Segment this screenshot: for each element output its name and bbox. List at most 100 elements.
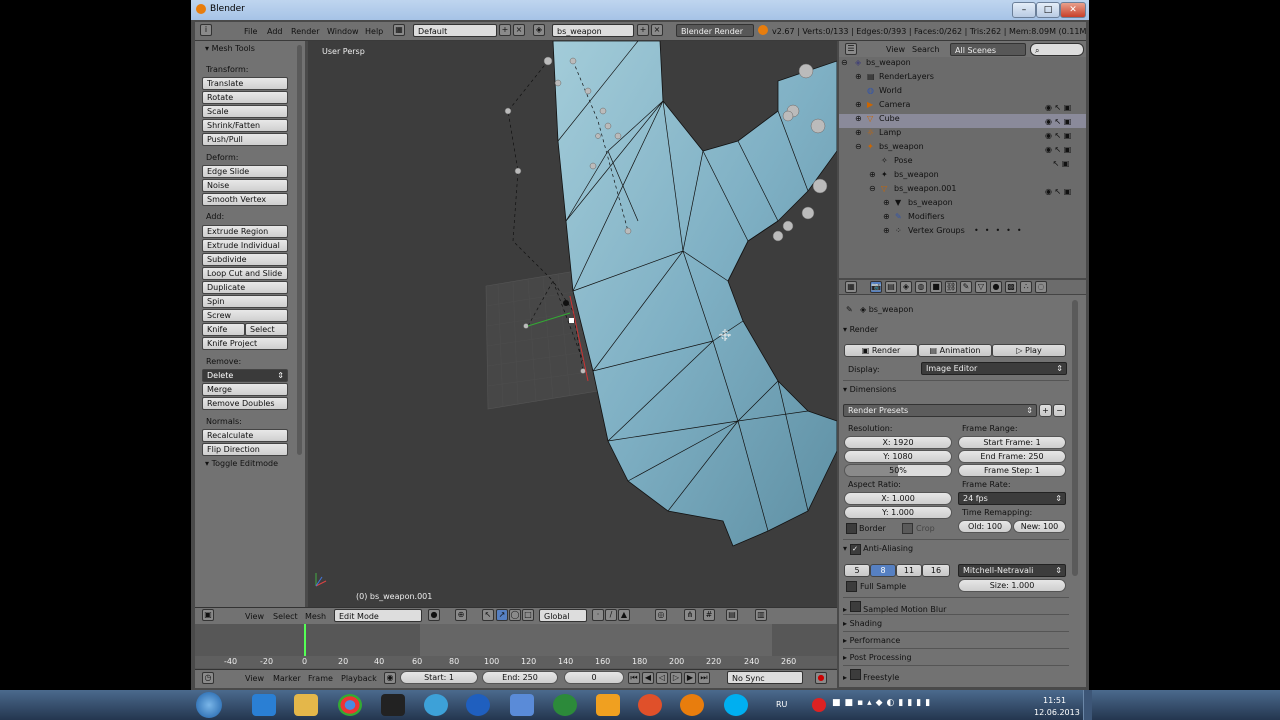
expand-icon[interactable]: ⊖ bbox=[841, 58, 848, 67]
aa-sample-8[interactable]: 8 bbox=[870, 564, 896, 577]
tool-icon[interactable] bbox=[510, 694, 534, 716]
filter-size-field[interactable]: Size: 1.000 bbox=[958, 579, 1066, 592]
render-engine-dropdown[interactable]: Blender Render bbox=[676, 24, 754, 37]
ie-icon[interactable] bbox=[252, 694, 276, 716]
pin-icon[interactable]: ✎ bbox=[846, 305, 853, 314]
aa-sample-11[interactable]: 11 bbox=[896, 564, 922, 577]
display-mode-dropdown[interactable]: All Scenes bbox=[950, 43, 1026, 56]
viewport-editor-icon[interactable]: ▣ bbox=[202, 609, 214, 621]
pivot-icon[interactable]: ⊕ bbox=[455, 609, 467, 621]
toggle-editmode-header[interactable]: ▾ Toggle Editmode bbox=[205, 459, 278, 468]
visibility-column[interactable]: ◉ ↖ ▣ ◉ ↖ ▣ ◉ ↖ ▣ ◉ ↖ ▣ ↖ ▣ ◉ ↖ ▣ bbox=[1045, 101, 1071, 199]
physics-tab-icon[interactable]: ◌ bbox=[1035, 281, 1047, 293]
end-frame-prop[interactable]: End Frame: 250 bbox=[958, 450, 1066, 463]
resolution-y-field[interactable]: Y: 1080 bbox=[844, 450, 952, 463]
properties-editor-icon[interactable]: ▦ bbox=[845, 281, 857, 293]
outliner-row-renderlayers[interactable]: ⊕ ▤ RenderLayers bbox=[839, 72, 1086, 86]
layers-tab-icon[interactable]: ▤ bbox=[885, 281, 897, 293]
opengl-render-icon[interactable]: ▥ bbox=[755, 609, 767, 621]
blender-taskbar-icon[interactable] bbox=[680, 694, 704, 716]
translate-manip-icon[interactable]: ↗ bbox=[496, 609, 508, 621]
knife-button[interactable]: Knife bbox=[202, 323, 245, 336]
outliner-row-mesh-data[interactable]: ⊕ ▼ bs_weapon bbox=[839, 198, 1086, 212]
eye-icon[interactable]: ◉ ↖ ▣ bbox=[1045, 115, 1071, 129]
skype-icon[interactable] bbox=[724, 694, 748, 716]
window-titlebar[interactable] bbox=[191, 0, 1089, 20]
scale-manip-icon[interactable]: □ bbox=[522, 609, 534, 621]
outliner-menu-search[interactable]: Search bbox=[912, 45, 939, 54]
display-dropdown[interactable]: Image Editor ⇕ bbox=[921, 362, 1067, 375]
dimensions-panel-header[interactable]: ▾ Dimensions bbox=[843, 385, 1069, 399]
vp-menu-select[interactable]: Select bbox=[273, 612, 298, 621]
time-new-field[interactable]: New: 100 bbox=[1013, 520, 1066, 533]
merge-button[interactable]: Merge bbox=[202, 383, 288, 396]
motion-blur-checkbox[interactable] bbox=[849, 601, 861, 612]
translate-button[interactable]: Translate bbox=[202, 77, 288, 90]
menu-add[interactable]: Add bbox=[267, 27, 283, 36]
snap-icon[interactable]: ⋔ bbox=[684, 609, 696, 621]
world-tab-icon[interactable]: ◍ bbox=[915, 281, 927, 293]
app-icon[interactable] bbox=[424, 694, 448, 716]
eye-icon[interactable]: ◉ ↖ ▣ bbox=[1045, 143, 1071, 157]
crop-checkbox[interactable] bbox=[902, 523, 913, 534]
extrude-individual-button[interactable]: Extrude Individual bbox=[202, 239, 288, 252]
eye-icon[interactable]: ↖ ▣ bbox=[1045, 157, 1071, 171]
eye-icon[interactable] bbox=[1045, 171, 1071, 185]
explorer-icon[interactable] bbox=[294, 694, 318, 716]
end-frame-field[interactable]: End: 250 bbox=[482, 671, 558, 684]
show-desktop-button[interactable] bbox=[1083, 690, 1092, 720]
jump-start-icon[interactable]: ⏮ bbox=[628, 672, 640, 684]
manipulator-icon[interactable]: ↖ bbox=[482, 609, 494, 621]
add-preset-button[interactable]: + bbox=[1039, 404, 1052, 417]
face-select-icon[interactable]: ▲ bbox=[618, 609, 630, 621]
expand-icon[interactable]: ⊖ bbox=[855, 142, 862, 151]
animation-button[interactable]: ▤ Animation bbox=[918, 344, 992, 357]
chrome-icon[interactable] bbox=[338, 694, 362, 716]
eye-icon[interactable]: ◉ ↖ ▣ bbox=[1045, 129, 1071, 143]
vp-menu-view[interactable]: View bbox=[245, 612, 264, 621]
expand-icon[interactable]: ⊕ bbox=[869, 170, 876, 179]
edge-select-icon[interactable]: / bbox=[605, 609, 617, 621]
language-indicator[interactable]: RU bbox=[776, 700, 787, 709]
steam-icon[interactable] bbox=[381, 694, 405, 716]
noise-button[interactable]: Noise bbox=[202, 179, 288, 192]
rotate-button[interactable]: Rotate bbox=[202, 91, 288, 104]
vertex-select-icon[interactable]: · bbox=[592, 609, 604, 621]
resolution-percentage-slider[interactable]: 50% bbox=[844, 464, 952, 477]
expand-icon[interactable]: ⊕ bbox=[855, 100, 862, 109]
editor-type-icon[interactable]: i bbox=[200, 24, 212, 36]
outliner-menu-view[interactable]: View bbox=[886, 45, 905, 54]
scene-field[interactable]: bs_weapon bbox=[552, 24, 634, 37]
expand-icon[interactable]: ⊕ bbox=[883, 226, 890, 235]
next-key-icon[interactable]: ▶ bbox=[684, 672, 696, 684]
play-button[interactable]: ▷ Play bbox=[992, 344, 1066, 357]
3d-viewport[interactable] bbox=[308, 41, 837, 607]
current-frame-field[interactable]: 0 bbox=[564, 671, 624, 684]
mesh-tools-header[interactable]: ▾ Mesh Tools bbox=[205, 44, 255, 53]
resolution-x-field[interactable]: X: 1920 bbox=[844, 436, 952, 449]
browser-icon[interactable] bbox=[638, 694, 662, 716]
freestyle-checkbox[interactable] bbox=[849, 669, 861, 680]
full-sample-checkbox[interactable] bbox=[846, 581, 857, 592]
play-icon[interactable]: ▷ bbox=[670, 672, 682, 684]
outliner-search-input[interactable]: ⌕ bbox=[1030, 43, 1084, 56]
render-preview-icon[interactable]: ▤ bbox=[726, 609, 738, 621]
outliner-row-modifiers[interactable]: ⊕ ✎ Modifiers bbox=[839, 212, 1086, 226]
scale-button[interactable]: Scale bbox=[202, 105, 288, 118]
orientation-dropdown[interactable]: Global bbox=[539, 609, 587, 622]
clock-date[interactable]: 12.06.2013 bbox=[1034, 708, 1080, 717]
border-checkbox[interactable] bbox=[846, 523, 857, 534]
record-tray-icon[interactable] bbox=[812, 698, 826, 712]
subdivide-button[interactable]: Subdivide bbox=[202, 253, 288, 266]
maximize-button[interactable]: □ bbox=[1036, 2, 1060, 18]
flip-direction-button[interactable]: Flip Direction bbox=[202, 443, 288, 456]
time-old-field[interactable]: Old: 100 bbox=[958, 520, 1012, 533]
smooth-vertex-button[interactable]: Smooth Vertex bbox=[202, 193, 288, 206]
render-panel-header[interactable]: ▾ Render bbox=[843, 325, 1069, 339]
edge-slide-button[interactable]: Edge Slide bbox=[202, 165, 288, 178]
remove-layout-icon[interactable]: × bbox=[513, 24, 525, 36]
menu-render[interactable]: Render bbox=[291, 27, 319, 36]
anti-aliasing-checkbox[interactable]: ✓ bbox=[849, 544, 861, 555]
clock-time[interactable]: 11:51 bbox=[1043, 696, 1066, 705]
extrude-region-button[interactable]: Extrude Region bbox=[202, 225, 288, 238]
